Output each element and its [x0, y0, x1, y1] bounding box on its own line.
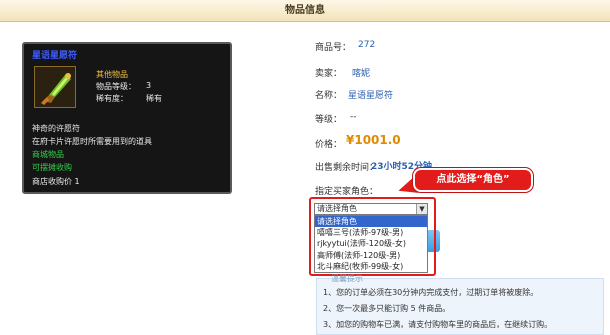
- item-tradable-tag: 可摆摊收购: [32, 163, 72, 172]
- item-subtitle: 神奇的许愿符: [32, 124, 80, 133]
- price-label: 价格：: [315, 140, 343, 150]
- role-option[interactable]: 请选择角色: [315, 216, 427, 228]
- item-rarity-value: 稀有: [146, 94, 162, 103]
- notice-heading: 温馨提示: [331, 274, 363, 283]
- product-no-value: 272: [358, 40, 376, 50]
- item-level-row-label: 等级：: [315, 115, 343, 125]
- item-level-value: 3: [146, 81, 152, 90]
- item-description: 在府卡片许愿时所需要用到的道具: [32, 137, 152, 146]
- item-tooltip-card: 星语星愿符 其他物品 物品等级： 3 稀有度： 稀有 神奇的许愿符 在府卡片许愿…: [22, 42, 232, 194]
- item-rarity-label: 稀有度：: [96, 94, 128, 103]
- seller-label: 卖家：: [315, 69, 343, 79]
- buyer-role-select[interactable]: 请选择角色 ▼: [314, 203, 428, 215]
- notice-line: 3、加您的购物车已满，请支付购物车里的商品后，在继续订购。: [323, 320, 553, 329]
- item-name: 星语星愿符: [32, 51, 78, 61]
- time-left-label: 出售剩余时间：: [315, 163, 379, 173]
- title-bar: 物品信息: [0, 0, 610, 22]
- page-title: 物品信息: [285, 5, 325, 16]
- notice-line: 1、您的订单必须在30分钟内完成支付，过期订单将被废除。: [323, 288, 539, 297]
- callout-bubble: 点此选择“角色”: [413, 168, 533, 192]
- seller-link[interactable]: 喀妮: [352, 66, 370, 79]
- chevron-down-icon[interactable]: ▼: [416, 204, 427, 214]
- role-option[interactable]: rjkyytui(法师-120级-女): [315, 238, 427, 249]
- item-shop-price: 商店收购价 1: [32, 177, 80, 186]
- role-option-list[interactable]: 请选择角色 嘻嘻三号(法师-97级-男) rjkyytui(法师-120级-女)…: [314, 215, 428, 273]
- item-level-row-value: --: [350, 112, 357, 122]
- buyer-label: 指定买家角色：: [315, 187, 379, 197]
- item-level-label: 物品等级：: [96, 82, 136, 91]
- item-name-label: 名称：: [315, 91, 343, 101]
- select-current-value: 请选择角色: [317, 204, 357, 213]
- price-value: ¥1001.0: [346, 133, 401, 147]
- notice-line: 2、您一次最多只能订购 5 件商品。: [323, 304, 451, 313]
- page: 物品信息 星语星愿符 其他物品 物品等级： 3 稀有度： 稀有 神奇的许愿符 在…: [0, 0, 610, 335]
- item-mall-tag: 商城物品: [32, 150, 64, 159]
- talisman-item-icon: [34, 66, 76, 108]
- notice-box: 温馨提示 1、您的订单必须在30分钟内完成支付，过期订单将被废除。 2、您一次最…: [316, 274, 604, 335]
- role-option[interactable]: 北斗麻纪(牧师-99级-女): [315, 261, 427, 272]
- role-option[interactable]: 高师傅(法师-120级-男): [315, 250, 427, 261]
- item-name-link[interactable]: 星语星愿符: [348, 88, 393, 101]
- item-type: 其他物品: [96, 70, 128, 79]
- product-no-label: 商品号：: [315, 43, 352, 53]
- role-option[interactable]: 嘻嘻三号(法师-97级-男): [315, 227, 427, 238]
